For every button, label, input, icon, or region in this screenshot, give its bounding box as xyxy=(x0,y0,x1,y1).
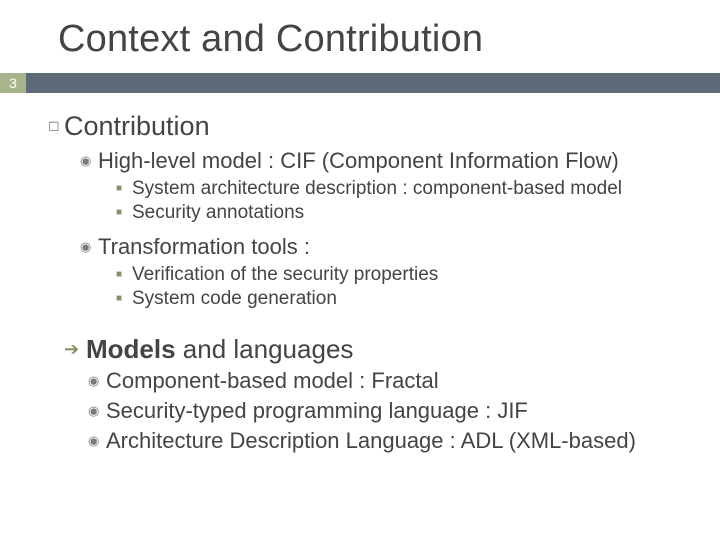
slide-content: ◻ Contribution ◉ High-level model : CIF … xyxy=(0,93,720,455)
list-item-label: System architecture description : compon… xyxy=(132,177,622,201)
list-item: ■ System architecture description : comp… xyxy=(48,177,700,201)
list-item-label: Verification of the security properties xyxy=(132,263,438,287)
list-item-label: Architecture Description Language : ADL … xyxy=(106,427,636,455)
list-item: ◉ High-level model : CIF (Component Info… xyxy=(48,147,700,175)
list-item: ■ Security annotations xyxy=(48,201,700,225)
slide-title: Context and Contribution xyxy=(0,0,720,73)
target-bullet-icon: ◉ xyxy=(80,147,98,175)
list-item: ■ System code generation xyxy=(48,287,700,311)
heading-bold: Models xyxy=(86,334,176,364)
section-heading: Contribution xyxy=(64,109,210,143)
heading-rest: and languages xyxy=(176,334,354,364)
square-bullet-icon: ■ xyxy=(116,177,132,201)
list-item-label: System code generation xyxy=(132,287,337,311)
list-item-label: Security-typed programming language : JI… xyxy=(106,397,528,425)
list-item: ◉ Component-based model : Fractal xyxy=(48,367,700,395)
arrow-icon: ➔ xyxy=(64,333,86,365)
square-bullet-icon: ■ xyxy=(116,287,132,311)
list-item: ◉ Transformation tools : xyxy=(48,233,700,261)
list-item-label: Security annotations xyxy=(132,201,304,225)
target-bullet-icon: ◉ xyxy=(80,233,98,261)
list-item: ◉ Security-typed programming language : … xyxy=(48,397,700,425)
list-item: ◻ Contribution xyxy=(48,109,700,143)
slide: Context and Contribution 3 ◻ Contributio… xyxy=(0,0,720,540)
list-item-label: Component-based model : Fractal xyxy=(106,367,439,395)
target-bullet-icon: ◉ xyxy=(88,427,106,455)
section-heading: Models and languages xyxy=(86,333,353,365)
target-bullet-icon: ◉ xyxy=(88,397,106,425)
header-band: 3 xyxy=(0,73,720,93)
square-bullet-icon: ■ xyxy=(116,263,132,287)
target-bullet-icon: ◉ xyxy=(88,367,106,395)
header-band-fill xyxy=(26,73,720,93)
list-item: ➔ Models and languages xyxy=(48,333,700,365)
square-bullet-icon: ■ xyxy=(116,201,132,225)
page-number-badge: 3 xyxy=(0,73,26,93)
list-item-label: Transformation tools : xyxy=(98,233,310,261)
square-bullet-icon: ◻ xyxy=(48,109,64,141)
list-item-label: High-level model : CIF (Component Inform… xyxy=(98,147,619,175)
list-item: ◉ Architecture Description Language : AD… xyxy=(48,427,700,455)
list-item: ■ Verification of the security propertie… xyxy=(48,263,700,287)
